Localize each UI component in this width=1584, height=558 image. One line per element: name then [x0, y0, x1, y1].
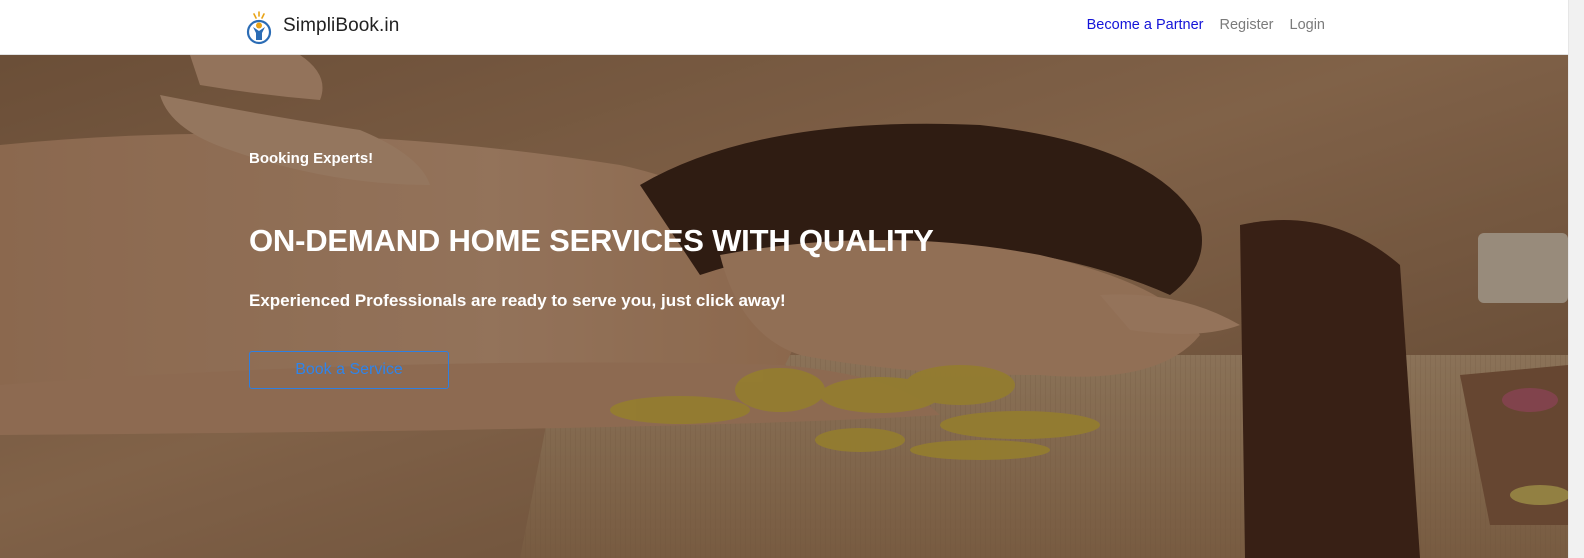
brand-link[interactable]: SimpliBook.in: [246, 11, 399, 45]
nav-become-partner-link[interactable]: Become a Partner: [1087, 17, 1204, 33]
page-scrollbar[interactable]: [1568, 0, 1584, 558]
top-nav: Become a Partner Register Login: [1087, 17, 1325, 33]
hero-eyebrow: Booking Experts!: [249, 150, 374, 167]
book-service-button[interactable]: Book a Service: [249, 351, 449, 389]
person-badge-icon: [246, 11, 272, 45]
nav-register-link[interactable]: Register: [1220, 17, 1274, 33]
nav-login-link[interactable]: Login: [1290, 17, 1325, 33]
hero-headline: ON-DEMAND HOME SERVICES WITH QUALITY: [249, 223, 934, 258]
navbar: SimpliBook.in Become a Partner Register …: [0, 0, 1568, 55]
brand-name: SimpliBook.in: [283, 15, 400, 36]
hero-subheadline: Experienced Professionals are ready to s…: [249, 291, 786, 310]
hero-section: Booking Experts! ON-DEMAND HOME SERVICES…: [0, 55, 1568, 558]
